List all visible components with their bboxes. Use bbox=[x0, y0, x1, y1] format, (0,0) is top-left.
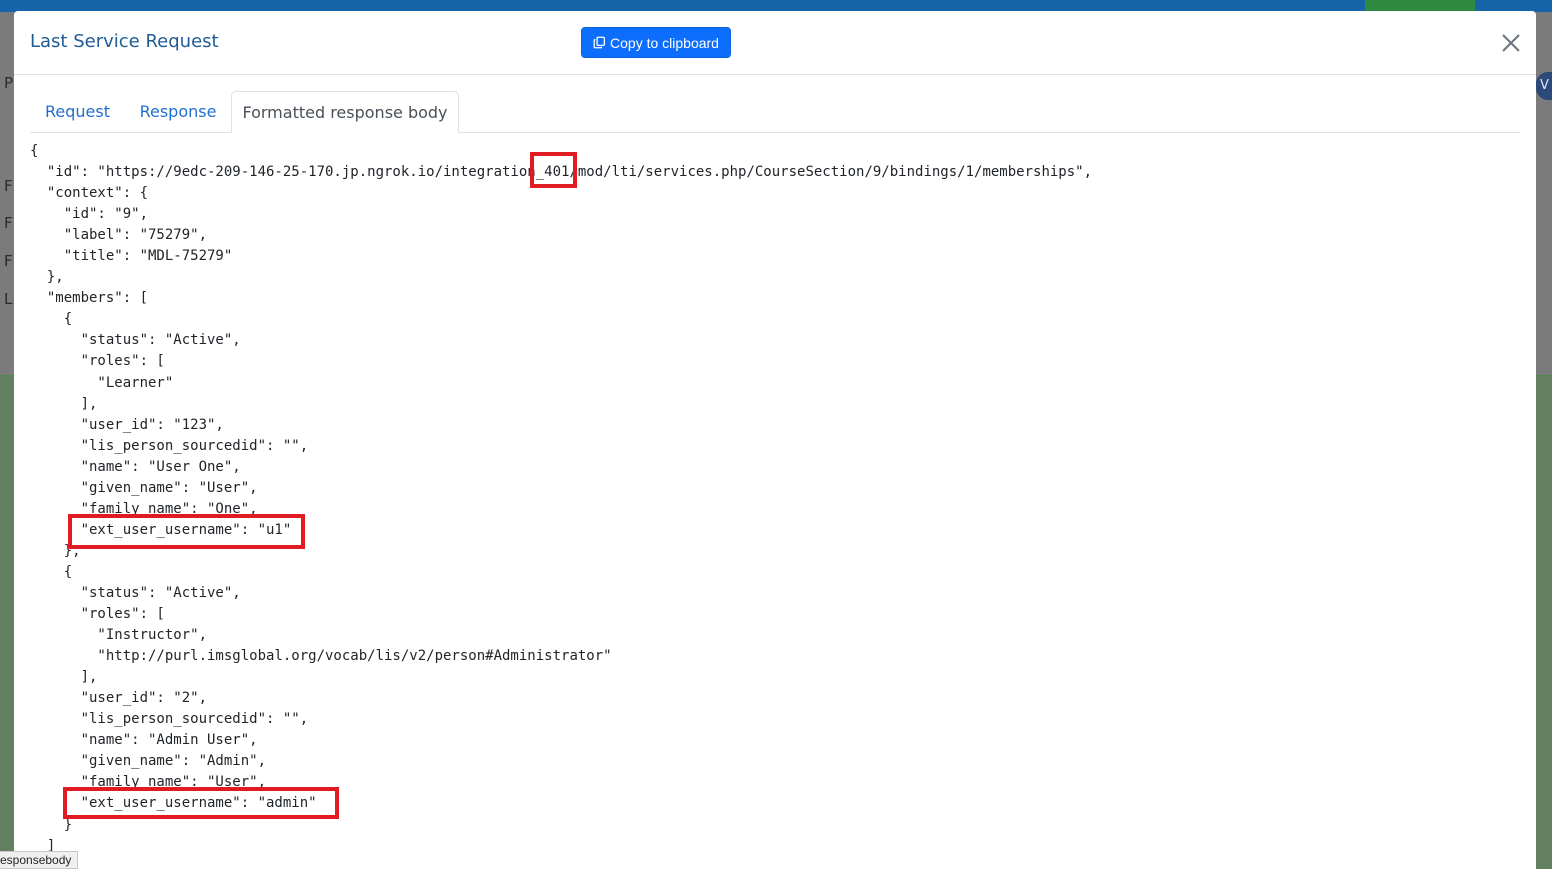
code-line: "lis_person_sourcedid": "", bbox=[30, 437, 309, 454]
code-line: "context": { bbox=[30, 185, 149, 202]
tab-bar: Request Response Formatted response body bbox=[30, 91, 1520, 133]
background-right-button: V bbox=[1536, 72, 1552, 100]
copy-to-clipboard-button[interactable]: Copy to clipboard bbox=[581, 27, 731, 58]
code-line: "name": "User One", bbox=[30, 458, 241, 475]
formatted-response-body: { "id": "https://9edc-209-146-25-170.jp.… bbox=[30, 141, 1510, 869]
code-line: { bbox=[30, 563, 73, 580]
code-line: "status": "Active", bbox=[30, 584, 241, 601]
code-line: "ext_user_username": "admin" bbox=[30, 795, 317, 812]
tab-request[interactable]: Request bbox=[30, 91, 125, 132]
code-line: "given_name": "User", bbox=[30, 479, 258, 496]
copy-icon bbox=[593, 36, 606, 49]
code-line: "members": [ bbox=[30, 290, 149, 307]
code-line: "Instructor", bbox=[30, 627, 208, 644]
background-right-button-label: V bbox=[1540, 78, 1549, 93]
background-letter: F bbox=[4, 177, 13, 195]
modal-title: Last Service Request bbox=[30, 31, 219, 52]
code-line: "roles": [ bbox=[30, 606, 165, 623]
code-line: ], bbox=[30, 395, 98, 412]
background-letter: F bbox=[4, 252, 13, 270]
modal-header: Last Service Request Copy to clipboard bbox=[14, 11, 1536, 75]
background-letter: F bbox=[4, 214, 13, 232]
code-line: "Learner" bbox=[30, 374, 174, 391]
copy-button-label: Copy to clipboard bbox=[610, 34, 719, 51]
tab-formatted-response-body[interactable]: Formatted response body bbox=[231, 91, 459, 133]
code-line: }, bbox=[30, 269, 64, 286]
code-line: "http://purl.imsglobal.org/vocab/lis/v2/… bbox=[30, 648, 612, 665]
code-line: { bbox=[30, 311, 73, 328]
code-line: "name": "Admin User", bbox=[30, 732, 258, 749]
status-tooltip: esponsebody bbox=[0, 851, 79, 869]
tab-response[interactable]: Response bbox=[125, 91, 231, 132]
code-line: "ext_user_username": "u1" bbox=[30, 521, 292, 538]
code-line: "user_id": "2", bbox=[30, 690, 208, 707]
close-button[interactable] bbox=[1499, 31, 1523, 55]
background-letter: L bbox=[4, 290, 13, 308]
background-letter: P bbox=[4, 74, 14, 92]
code-line: "family_name": "User", bbox=[30, 774, 267, 791]
code-line: "title": "MDL-75279" bbox=[30, 248, 233, 265]
code-line: }, bbox=[30, 542, 81, 559]
code-line: "given_name": "Admin", bbox=[30, 753, 267, 770]
code-line: "id": "https://9edc-209-146-25-170.jp.ng… bbox=[30, 164, 1093, 181]
code-line: { bbox=[30, 143, 39, 159]
code-line: "family_name": "One", bbox=[30, 500, 258, 517]
code-line: "roles": [ bbox=[30, 353, 165, 370]
code-line: ], bbox=[30, 669, 98, 686]
code-line: "status": "Active", bbox=[30, 332, 241, 349]
code-line: "user_id": "123", bbox=[30, 416, 224, 433]
code-line: "id": "9", bbox=[30, 206, 149, 223]
code-line: } bbox=[30, 816, 73, 833]
code-line: "lis_person_sourcedid": "", bbox=[30, 711, 309, 728]
code-line: "label": "75279", bbox=[30, 227, 208, 244]
last-service-request-modal: Last Service Request Copy to clipboard R… bbox=[14, 11, 1536, 869]
close-icon bbox=[1502, 34, 1520, 52]
